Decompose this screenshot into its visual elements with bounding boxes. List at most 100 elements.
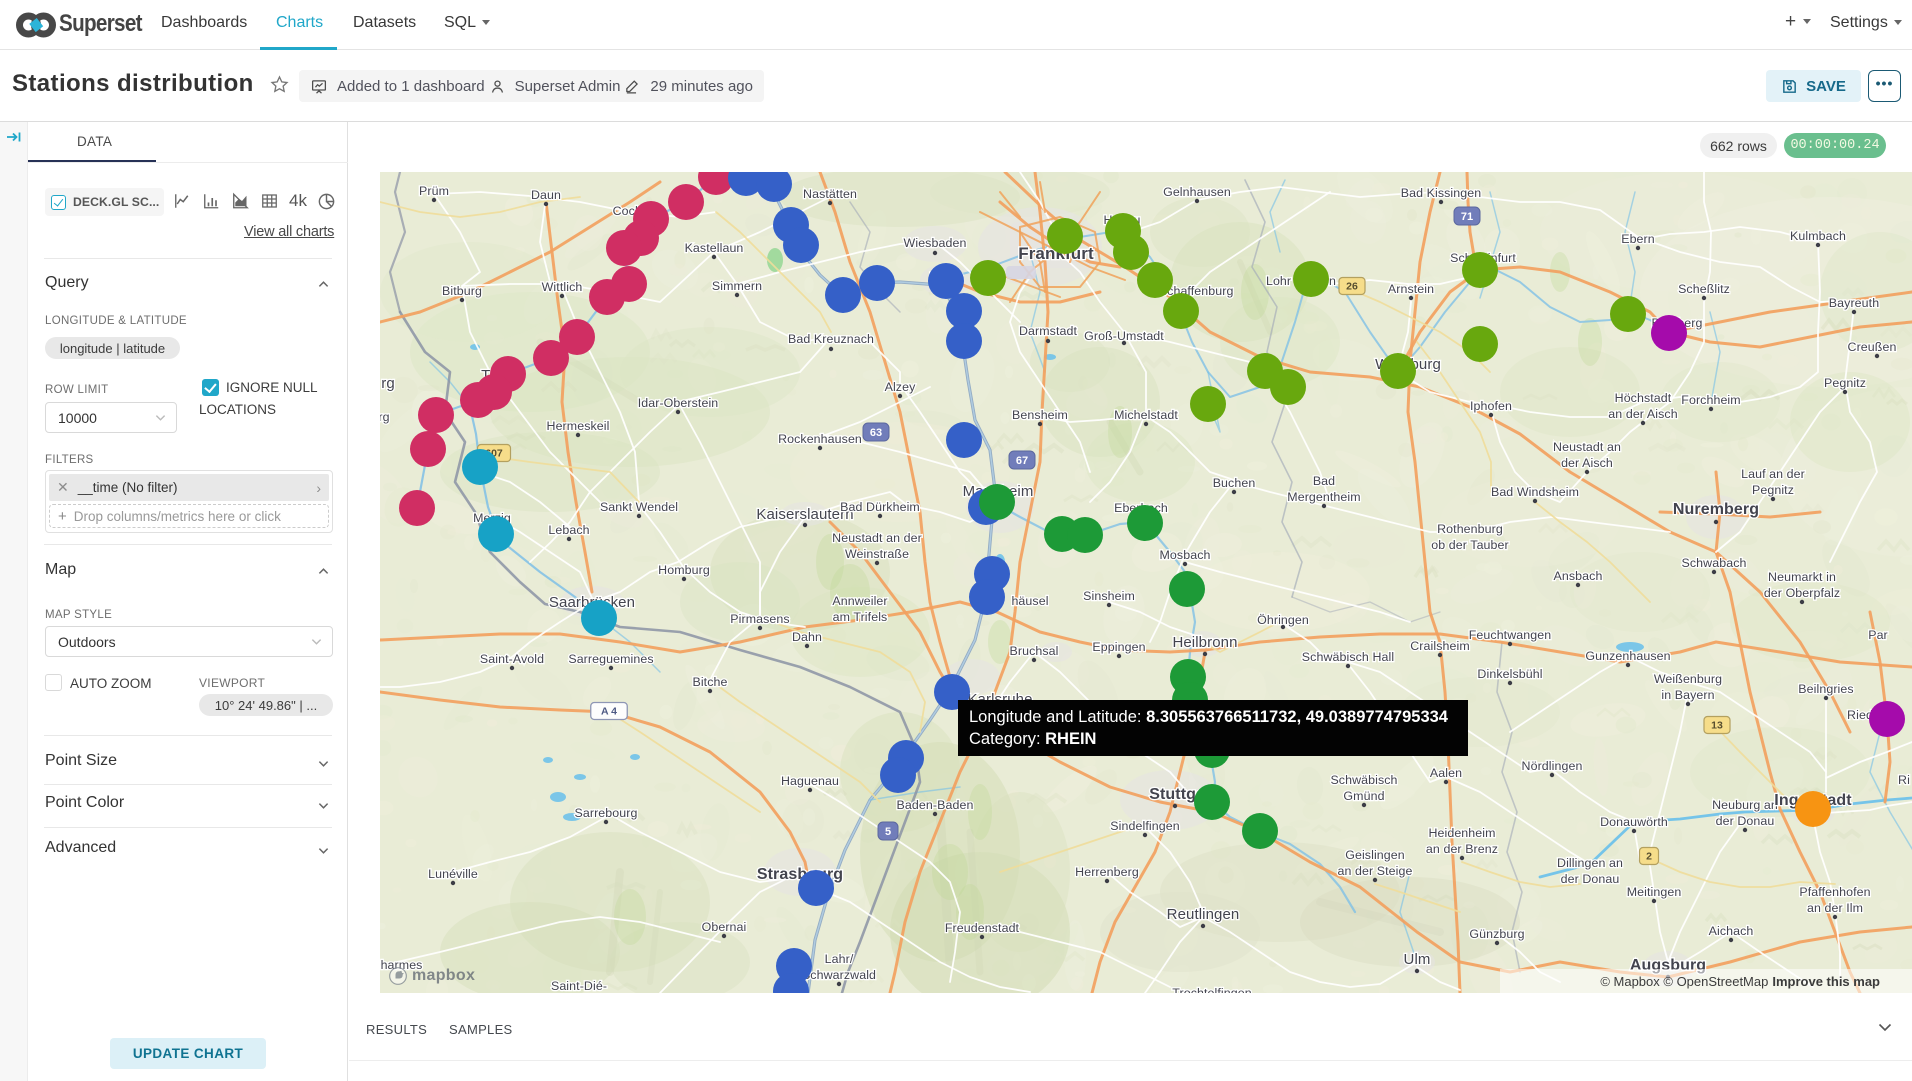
svg-text:Weißenburg: Weißenburg	[1654, 672, 1722, 686]
svg-text:Saint-Dié-: Saint-Dié-	[551, 979, 607, 993]
svg-text:Lebach: Lebach	[548, 523, 589, 537]
svg-text:Eppingen: Eppingen	[1092, 640, 1145, 654]
svg-text:Rothenburg: Rothenburg	[1437, 522, 1503, 536]
svg-text:71: 71	[1461, 211, 1473, 223]
svg-text:Bad Kreuznach: Bad Kreuznach	[788, 332, 874, 346]
svg-text:Sindelfingen: Sindelfingen	[1110, 819, 1179, 833]
svg-text:Buchen: Buchen	[1213, 476, 1256, 490]
svg-text:Alzey: Alzey	[885, 380, 917, 394]
svg-text:Neustadt an der: Neustadt an der	[832, 531, 922, 545]
svg-text:Neumarkt in: Neumarkt in	[1768, 570, 1836, 584]
svg-text:A 4: A 4	[601, 706, 617, 718]
svg-text:rg: rg	[381, 375, 395, 392]
svg-text:Scheßlitz: Scheßlitz	[1678, 282, 1730, 296]
svg-text:ob der Tauber: ob der Tauber	[1431, 538, 1509, 552]
svg-text:Forchheim: Forchheim	[1681, 393, 1740, 407]
svg-text:an der Brenz: an der Brenz	[1426, 842, 1498, 856]
svg-text:Mergentheim: Mergentheim	[1287, 490, 1360, 504]
svg-text:Schwäbisch Hall: Schwäbisch Hall	[1302, 650, 1394, 664]
svg-text:13: 13	[1711, 720, 1723, 732]
svg-text:Arnstein: Arnstein	[1388, 282, 1434, 296]
svg-text:Ulm: Ulm	[1404, 951, 1431, 968]
svg-text:rg: rg	[380, 410, 390, 424]
svg-text:Wiesbaden: Wiesbaden	[904, 236, 967, 250]
svg-text:Dinkelsbühl: Dinkelsbühl	[1477, 667, 1542, 681]
svg-text:Ri: Ri	[1898, 773, 1910, 787]
svg-text:Dillingen an: Dillingen an	[1557, 856, 1623, 870]
svg-text:63: 63	[870, 427, 882, 439]
svg-text:Pirmasens: Pirmasens	[730, 612, 789, 626]
svg-text:Aalen: Aalen	[1430, 766, 1462, 780]
svg-text:Prüm: Prüm	[419, 184, 449, 198]
svg-text:Donauwörth: Donauwörth	[1600, 815, 1668, 829]
svg-text:Feuchtwangen: Feuchtwangen	[1469, 628, 1551, 642]
svg-text:Homburg: Homburg	[658, 563, 710, 577]
svg-text:Bitburg: Bitburg	[442, 284, 482, 298]
svg-text:der Donau: der Donau	[1716, 814, 1775, 828]
svg-text:Idar-Oberstein: Idar-Oberstein	[638, 396, 719, 410]
svg-text:Crailsheim: Crailsheim	[1410, 639, 1470, 653]
svg-text:5: 5	[885, 826, 891, 838]
svg-text:Annweiler: Annweiler	[832, 594, 887, 608]
svg-text:Schwarzwald: Schwarzwald	[802, 968, 876, 982]
svg-text:Meitingen: Meitingen	[1627, 885, 1682, 899]
svg-text:Geislingen: Geislingen	[1345, 848, 1405, 862]
svg-text:Lauf an der: Lauf an der	[1741, 467, 1805, 481]
svg-text:der Oberpfalz: der Oberpfalz	[1764, 586, 1840, 600]
svg-text:Bad Kissingen: Bad Kissingen	[1401, 186, 1482, 200]
svg-text:Pegnitz: Pegnitz	[1824, 376, 1866, 390]
svg-text:Gunzenhausen: Gunzenhausen	[1585, 649, 1670, 663]
svg-text:Lahr/: Lahr/	[825, 952, 854, 966]
svg-text:Mosbach: Mosbach	[1160, 548, 1211, 562]
svg-text:Simmern: Simmern	[712, 279, 762, 293]
svg-text:Heilbronn: Heilbronn	[1172, 634, 1237, 651]
svg-text:Höchstadt: Höchstadt	[1615, 391, 1672, 405]
svg-text:der Donau: der Donau	[1561, 872, 1620, 886]
svg-text:Bad Windsheim: Bad Windsheim	[1491, 485, 1579, 499]
svg-text:in Bayern: in Bayern	[1661, 688, 1714, 702]
svg-text:Bad: Bad	[1313, 474, 1335, 488]
svg-text:Gmünd: Gmünd	[1343, 789, 1384, 803]
svg-text:Kulmbach: Kulmbach	[1790, 229, 1846, 243]
svg-text:Neustadt an: Neustadt an	[1553, 440, 1621, 454]
svg-text:Daun: Daun	[531, 188, 561, 202]
svg-text:26: 26	[1346, 281, 1358, 293]
svg-text:Par: Par	[1868, 628, 1888, 642]
svg-text:Ansbach: Ansbach	[1554, 569, 1603, 583]
svg-text:Michelstadt: Michelstadt	[1114, 408, 1178, 422]
svg-text:Iphofen: Iphofen	[1470, 399, 1512, 413]
svg-text:Hermeskeil: Hermeskeil	[547, 419, 610, 433]
svg-text:Weinstraße: Weinstraße	[845, 547, 909, 561]
svg-text:Baden-Baden: Baden-Baden	[897, 798, 974, 812]
svg-text:an der Aisch: an der Aisch	[1608, 407, 1677, 421]
svg-text:Gelnhausen: Gelnhausen	[1163, 185, 1231, 199]
svg-text:Ebern: Ebern	[1621, 232, 1655, 246]
svg-text:an der Steige: an der Steige	[1337, 864, 1412, 878]
svg-text:Nuremberg: Nuremberg	[1673, 501, 1759, 518]
svg-text:Creußen: Creußen	[1848, 340, 1897, 354]
svg-text:Darmstadt: Darmstadt	[1019, 324, 1078, 338]
svg-text:Bayreuth: Bayreuth	[1829, 296, 1879, 310]
svg-text:Günzburg: Günzburg	[1469, 927, 1524, 941]
svg-text:Neuburg an: Neuburg an	[1712, 798, 1778, 812]
svg-text:Saint-Avold: Saint-Avold	[480, 652, 544, 666]
svg-text:Herrenberg: Herrenberg	[1075, 865, 1139, 879]
svg-text:der Aisch: der Aisch	[1561, 456, 1613, 470]
svg-text:Sankt Wendel: Sankt Wendel	[600, 500, 678, 514]
svg-text:Rockenhausen: Rockenhausen	[778, 432, 862, 446]
svg-text:Kaiserslautern: Kaiserslautern	[756, 506, 853, 523]
svg-text:2: 2	[1646, 851, 1652, 863]
svg-text:Haguenau: Haguenau	[781, 774, 839, 788]
svg-text:Schwäbisch: Schwäbisch	[1330, 773, 1397, 787]
svg-text:Bruchsal: Bruchsal	[1009, 644, 1058, 658]
svg-text:Nastätten: Nastätten	[803, 187, 857, 201]
svg-text:am Trifels: am Trifels	[833, 610, 888, 624]
svg-text:Nördlingen: Nördlingen	[1522, 759, 1583, 773]
svg-text:Beilngries: Beilngries	[1798, 682, 1853, 696]
svg-text:Freudenstadt: Freudenstadt	[945, 921, 1020, 935]
svg-text:Bensheim: Bensheim	[1012, 408, 1068, 422]
svg-text:Reutlingen: Reutlingen	[1167, 906, 1240, 923]
svg-text:Kastellaun: Kastellaun	[685, 241, 744, 255]
svg-text:Pfaffenhofen: Pfaffenhofen	[1799, 885, 1870, 899]
svg-text:Heidenheim: Heidenheim	[1428, 826, 1495, 840]
